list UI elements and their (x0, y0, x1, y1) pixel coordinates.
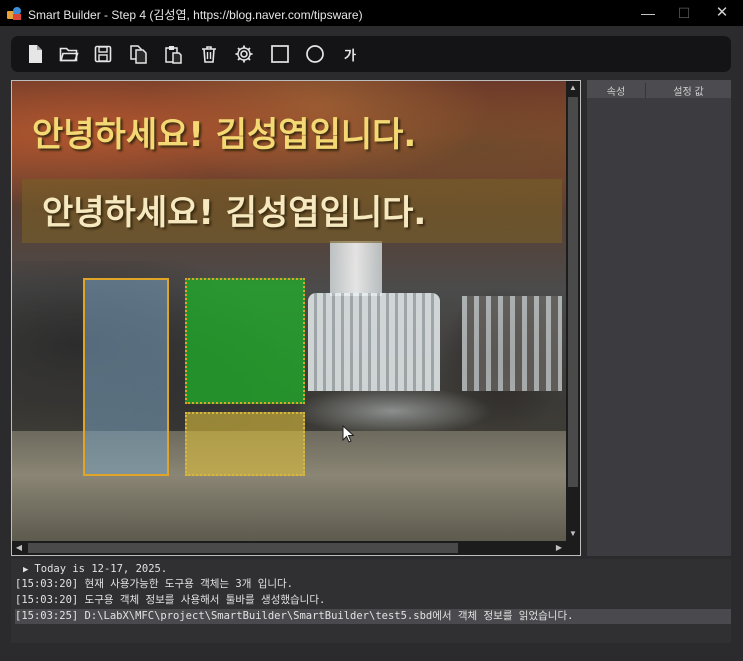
property-value-column[interactable]: 설정 값 (645, 83, 731, 98)
play-icon: ▶ (23, 565, 29, 575)
text-object-1[interactable]: 안녕하세요! 김성엽입니다. (32, 107, 416, 156)
scroll-right-icon[interactable]: ▶ (552, 541, 566, 555)
vertical-scrollbar[interactable]: ▲ ▼ (566, 81, 580, 541)
save-icon[interactable] (93, 44, 113, 64)
new-file-icon[interactable] (25, 44, 45, 64)
log-panel[interactable]: ▶ Today is 12-17, 2025. [15:03:20] 현재 사용가… (11, 559, 731, 643)
log-line: ▶ Today is 12-17, 2025. (15, 562, 731, 577)
window-title: Smart Builder - Step 4 (김성엽, https://blo… (28, 8, 363, 22)
scroll-up-icon[interactable]: ▲ (566, 81, 580, 95)
maximize-button[interactable]: ☐ (667, 0, 701, 26)
settings-icon[interactable] (234, 44, 254, 64)
vertical-scroll-thumb[interactable] (568, 97, 578, 487)
ellipse-icon[interactable] (305, 44, 325, 64)
close-button[interactable]: ✕ (705, 0, 739, 26)
scroll-left-icon[interactable]: ◀ (12, 541, 26, 555)
rectangle-icon[interactable] (270, 44, 290, 64)
paste-icon[interactable] (163, 44, 183, 64)
rectangle-object-blue[interactable] (83, 278, 169, 476)
rectangle-object-green[interactable] (185, 278, 305, 404)
property-header: 속성 설정 값 (587, 80, 731, 98)
open-folder-icon[interactable] (59, 44, 79, 64)
toolbar: 가 (11, 36, 731, 72)
rectangle-object-yellow[interactable] (185, 412, 305, 476)
log-line[interactable]: [15:03:20] 현재 사용가능한 도구용 객체는 3개 입니다. (15, 577, 731, 592)
title-bar: Smart Builder - Step 4 (김성엽, https://blo… (0, 0, 743, 26)
canvas-view[interactable]: 안녕하세요! 김성엽입니다. 안녕하세요! 김성엽입니다. ▲ ▼ ◀ ▶ (11, 80, 581, 556)
copy-icon[interactable] (128, 44, 148, 64)
log-line-selected[interactable]: [15:03:25] D:\LabX\MFC\project\SmartBuil… (15, 609, 731, 624)
property-panel[interactable]: 속성 설정 값 (587, 80, 731, 556)
text-icon[interactable]: 가 (344, 45, 356, 64)
scroll-down-icon[interactable]: ▼ (566, 527, 580, 541)
log-line[interactable]: [15:03:20] 도구용 객체 정보를 사용해서 툴바를 생성했습니다. (15, 593, 731, 608)
property-name-column[interactable]: 속성 (587, 83, 645, 98)
background-image: 안녕하세요! 김성엽입니다. 안녕하세요! 김성엽입니다. (12, 81, 566, 541)
horizontal-scrollbar[interactable]: ◀ ▶ (12, 541, 566, 555)
scrollbar-corner (566, 541, 580, 555)
horizontal-scroll-thumb[interactable] (28, 543, 458, 553)
mouse-cursor-icon (342, 425, 354, 443)
minimize-button[interactable]: — (631, 0, 665, 26)
app-icon (7, 6, 22, 20)
delete-icon[interactable] (199, 44, 219, 64)
text-object-2[interactable]: 안녕하세요! 김성엽입니다. (42, 185, 426, 234)
